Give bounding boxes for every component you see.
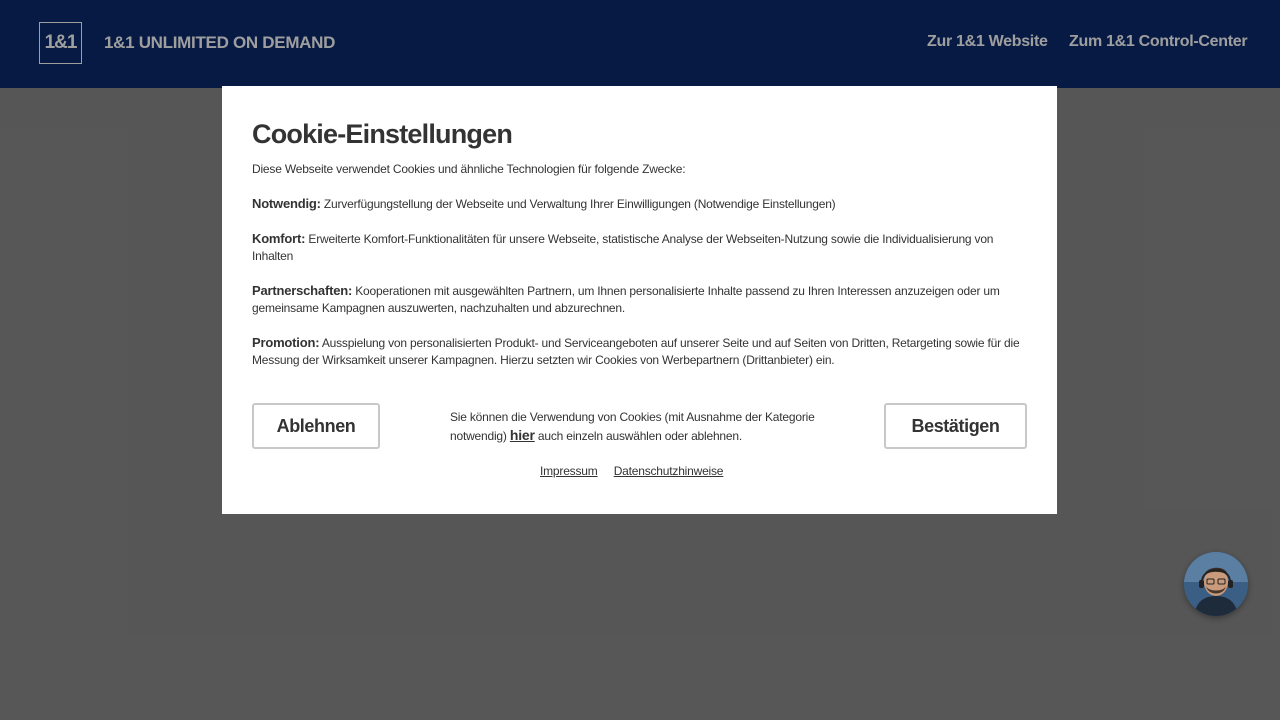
purpose-necessary: Notwendig: Zurverfügungstellung der Webs… [252,195,1027,213]
purpose-promotion: Promotion: Ausspielung von personalisier… [252,334,1027,369]
cookie-settings-dialog: Cookie-Einstellungen Diese Webseite verw… [222,86,1057,514]
purpose-description: Zurverfügungstellung der Webseite und Ve… [323,197,836,211]
chat-avatar-icon[interactable] [1184,552,1248,616]
purpose-description: Kooperationen mit ausgewählten Partnern,… [252,284,1000,315]
purpose-name: Promotion: [252,335,320,350]
choice-text-after: auch einzeln auswählen oder ablehnen. [537,429,742,443]
person-icon [1184,552,1248,616]
dialog-title: Cookie-Einstellungen [252,119,513,149]
purpose-description: Ausspielung von personalisierten Produkt… [252,336,1020,367]
purpose-partnerships: Partnerschaften: Kooperationen mit ausge… [252,282,1027,317]
purpose-name: Partnerschaften: [252,283,353,298]
confirm-button[interactable]: Bestätigen [884,403,1027,449]
purpose-name: Komfort: [252,231,306,246]
individual-choice-text: Sie können die Verwendung von Cookies (m… [450,408,840,445]
reject-button[interactable]: Ablehnen [252,403,380,449]
imprint-link[interactable]: Impressum [540,464,598,478]
purpose-description: Erweiterte Komfort-Funktionalitäten für … [252,232,994,263]
privacy-link[interactable]: Datenschutzhinweise [614,464,724,478]
dialog-intro: Diese Webseite verwendet Cookies und ähn… [252,162,686,176]
purpose-name: Notwendig: [252,196,321,211]
dialog-footer-links: Impressum Datenschutzhinweise [540,464,723,478]
individual-settings-link[interactable]: hier [510,427,535,443]
purpose-comfort: Komfort: Erweiterte Komfort-Funktionalit… [252,230,1027,265]
